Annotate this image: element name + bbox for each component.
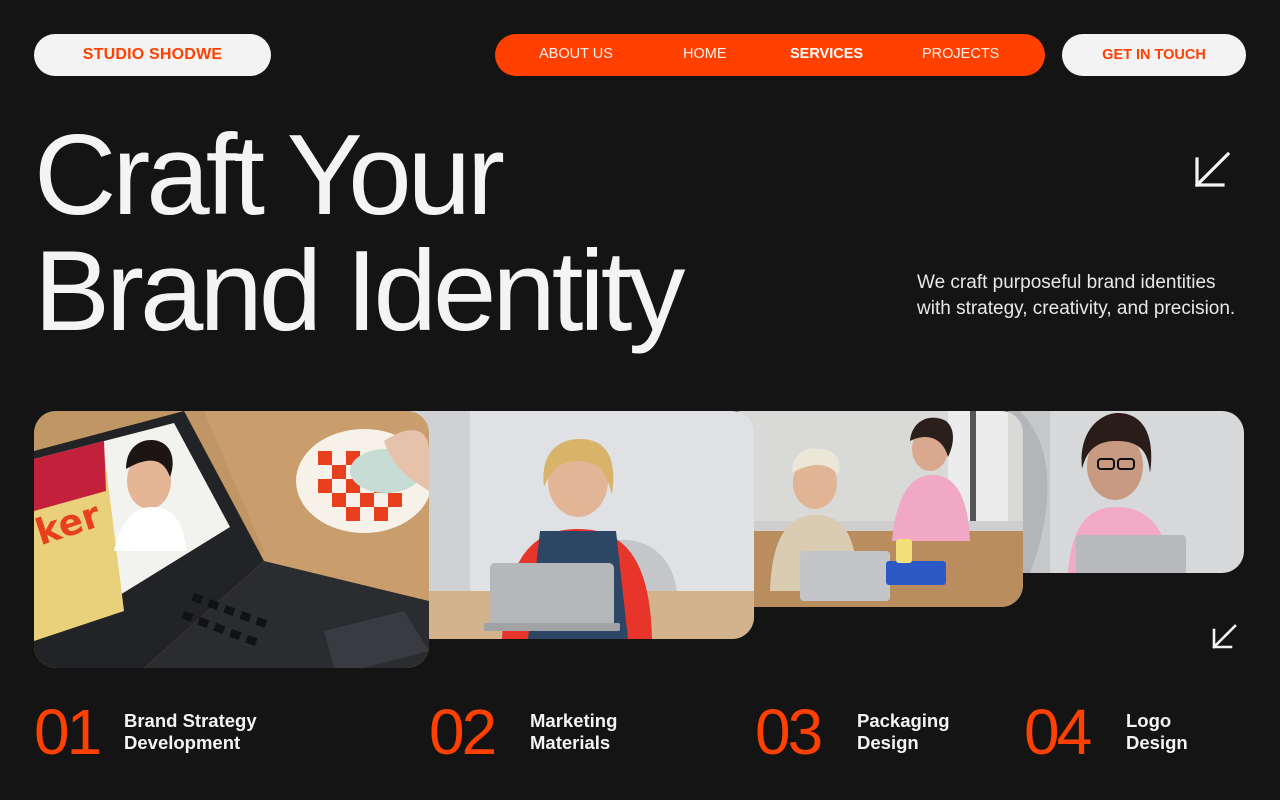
arrow-down-left-icon — [1210, 623, 1238, 651]
photo-woman-laptop — [390, 411, 754, 639]
service-label: Marketing Materials — [530, 710, 690, 754]
service-label-line-2: Design — [857, 732, 919, 753]
service-number: 04 — [1024, 696, 1092, 768]
service-label-line-2: Development — [124, 732, 241, 753]
service-label-line-1: Marketing — [530, 710, 618, 731]
service-label: Logo Design — [1126, 710, 1280, 754]
nav-item-home[interactable]: HOME — [683, 34, 727, 76]
hero-title: Craft Your Brand Identity — [34, 118, 794, 350]
brand-logo-button[interactable]: STUDIO SHODWE — [34, 34, 271, 76]
service-label-line-1: Packaging — [857, 710, 950, 731]
service-label-line-2: Design — [1126, 732, 1188, 753]
service-number: 02 — [429, 696, 497, 768]
get-in-touch-button[interactable]: GET IN TOUCH — [1062, 34, 1246, 76]
hero-title-line-1: Craft Your — [34, 112, 505, 239]
service-label-line-2: Materials — [530, 732, 611, 753]
service-label: Brand Strategy Development — [124, 710, 284, 754]
nav-item-about-us[interactable]: ABOUT US — [539, 34, 613, 76]
main-nav: ABOUT US HOME SERVICES PROJECTS — [495, 34, 1045, 76]
nav-item-services[interactable]: SERVICES — [790, 34, 863, 76]
nav-item-projects[interactable]: PROJECTS — [922, 34, 999, 76]
photo-woman-glasses — [990, 411, 1244, 573]
service-number: 01 — [34, 696, 102, 768]
service-label: Packaging Design — [857, 710, 1017, 754]
service-number: 03 — [755, 696, 823, 768]
photo-laptop-mousepad: ker — [34, 411, 429, 668]
service-label-line-1: Brand Strategy — [124, 710, 257, 731]
photo-team-meeting — [720, 411, 1023, 607]
hero-description: We craft purposeful brand identities wit… — [917, 272, 1236, 319]
arrow-down-left-icon — [1192, 150, 1232, 190]
service-label-line-1: Logo — [1126, 710, 1172, 731]
hero-title-line-2: Brand Identity — [34, 228, 685, 355]
